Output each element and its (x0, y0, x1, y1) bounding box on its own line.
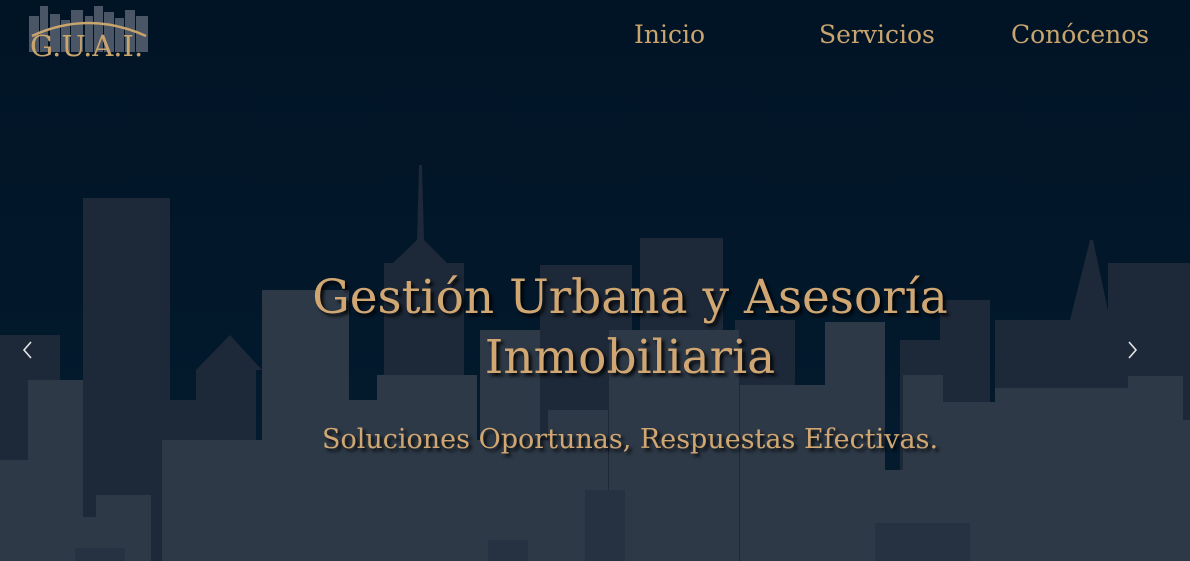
hero-title: Gestión Urbana y Asesoría Inmobiliaria (312, 270, 948, 385)
chevron-left-icon (22, 341, 32, 359)
nav-item-conocenos[interactable]: Conócenos (1011, 20, 1149, 50)
hero-subtitle: Soluciones Oportunas, Respuestas Efectiv… (321, 424, 939, 455)
carousel-prev-button[interactable] (14, 336, 42, 364)
guai-logo[interactable]: G.U.A.I. (28, 2, 150, 68)
logo-text: G.U.A.I. (30, 29, 144, 63)
carousel-next-button[interactable] (1118, 336, 1146, 364)
chevron-right-icon (1128, 341, 1138, 359)
hero-page: G.U.A.I. Inicio Servicios Conócenos Gest… (0, 0, 1190, 561)
site-header: G.U.A.I. Inicio Servicios Conócenos (0, 0, 1190, 75)
nav-item-inicio[interactable]: Inicio (634, 20, 705, 50)
nav-item-servicios[interactable]: Servicios (819, 20, 935, 50)
